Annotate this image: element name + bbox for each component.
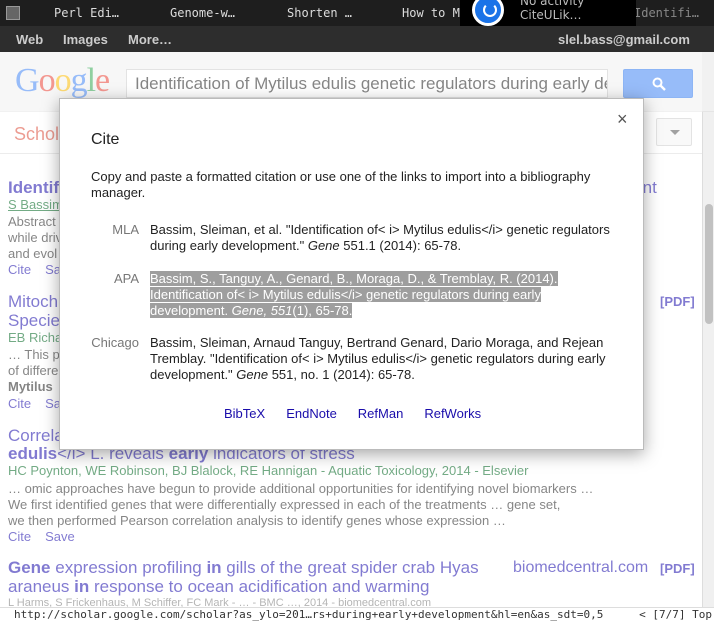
notification-line2: CiteULik… [520, 8, 582, 22]
scrollbar-thumb[interactable] [705, 204, 713, 324]
browser-tab-strip: Perl Edi… Genome-w… Shorten … How to M… … [0, 0, 714, 26]
tab-genome[interactable]: Genome-w… [170, 0, 260, 26]
account-email[interactable]: slel.bass@gmail.com [558, 32, 690, 47]
apa-citation[interactable]: Bassim, S., Tanguy, A., Genard, B., Mora… [150, 271, 616, 319]
chicago-citation[interactable]: Bassim, Sleiman, Arnaud Tanguy, Bertrand… [150, 335, 616, 383]
status-url: http://scholar.google.com/scholar?as_ylo… [14, 608, 604, 621]
notification-line1: No activity [520, 0, 585, 8]
chicago-label: Chicago [91, 335, 139, 350]
mla-label: MLA [112, 222, 139, 237]
apa-label: APA [113, 271, 139, 286]
export-links: BibTeX EndNote RefMan RefWorks [224, 406, 502, 421]
gbar-more-link[interactable]: More… [128, 32, 172, 47]
close-icon[interactable]: × [617, 109, 628, 130]
tab-favicon-icon [6, 6, 20, 20]
page-scrollbar[interactable] [702, 112, 714, 607]
tab-perl[interactable]: Perl Edi… [54, 0, 134, 26]
dialog-intro: Copy and paste a formatted citation or u… [91, 169, 591, 200]
bibtex-link[interactable]: BibTeX [224, 406, 265, 421]
tab-identifi[interactable]: Identifi… [634, 0, 714, 26]
gbar-images-link[interactable]: Images [63, 32, 108, 47]
gbar-web-link[interactable]: Web [16, 32, 43, 47]
status-position: < [7/7] Top [639, 608, 712, 622]
tab-shorten[interactable]: Shorten … [287, 0, 367, 26]
sync-icon [472, 0, 504, 26]
refworks-link[interactable]: RefWorks [424, 406, 481, 421]
status-bar: http://scholar.google.com/scholar?as_ylo… [0, 607, 714, 622]
dialog-title: Cite [91, 131, 120, 148]
cite-dialog: Cite × Copy and paste a formatted citati… [59, 98, 644, 450]
endnote-link[interactable]: EndNote [286, 406, 337, 421]
mla-citation[interactable]: Bassim, Sleiman, et al. "Identification … [150, 222, 616, 254]
google-bar: Web Images More… slel.bass@gmail.com [0, 26, 714, 52]
refman-link[interactable]: RefMan [358, 406, 404, 421]
notification-popup: No activity CiteULik… [460, 0, 636, 26]
